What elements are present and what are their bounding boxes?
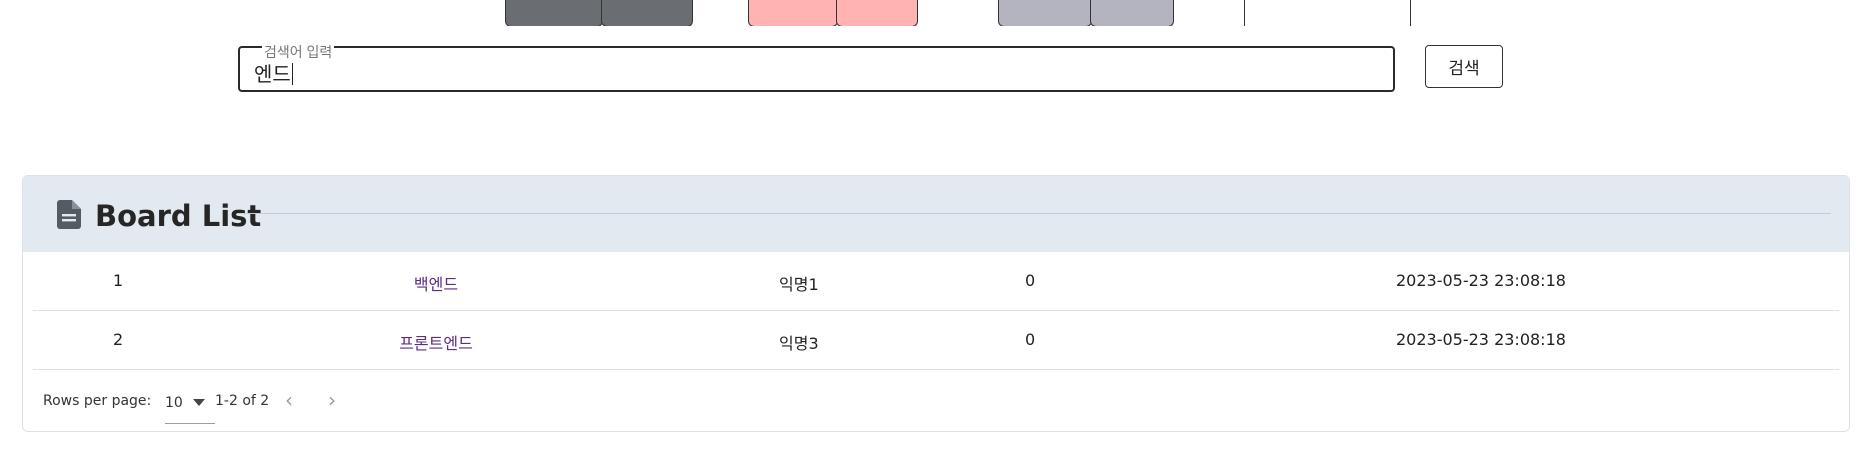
search-input[interactable]: 엔드 <box>238 46 1395 92</box>
row-date: 2023-05-23 23:08:18 <box>1396 330 1566 349</box>
banner-image <box>0 0 1876 26</box>
search-button[interactable]: 검색 <box>1425 45 1503 88</box>
text-caret <box>291 63 293 85</box>
rows-per-page-select[interactable]: 10 <box>165 393 215 424</box>
row-author: 익명1 <box>779 275 819 294</box>
search-input-label: 검색어 입력 <box>262 42 335 62</box>
banner-shape <box>1090 0 1174 26</box>
banner-line <box>1244 0 1245 26</box>
row-title-link[interactable]: 백엔드 <box>33 271 839 295</box>
dropdown-arrow-icon[interactable] <box>193 399 205 406</box>
rows-per-page-value[interactable]: 10 <box>165 395 183 411</box>
title-divider <box>238 213 1831 214</box>
table-row[interactable]: 1 백엔드 익명1 0 2023-05-23 23:08:18 <box>33 252 1839 311</box>
chevron-right-icon[interactable]: › <box>321 390 343 412</box>
page-title: Board List <box>95 199 262 233</box>
search-input-value[interactable]: 엔드 <box>254 58 293 87</box>
banner-line <box>1410 0 1411 26</box>
board-list-header: Board List <box>23 176 1849 252</box>
row-date: 2023-05-23 23:08:18 <box>1396 271 1566 290</box>
banner-shape <box>505 0 603 26</box>
row-views: 0 <box>1025 330 1036 349</box>
table-row[interactable]: 2 프론트엔드 익명3 0 2023-05-23 23:08:18 <box>33 311 1839 370</box>
row-views: 0 <box>1025 271 1036 290</box>
board-list-card: Board List 1 백엔드 익명1 0 2023-05-23 23:08:… <box>22 175 1850 432</box>
board-table: 1 백엔드 익명1 0 2023-05-23 23:08:18 2 프론트엔드 … <box>33 252 1839 370</box>
banner-shape <box>998 0 1092 26</box>
banner-shape <box>601 0 693 26</box>
rows-per-page-label: Rows per page: <box>43 393 152 409</box>
chevron-left-icon[interactable]: ‹ <box>278 390 300 412</box>
banner-shape <box>748 0 838 26</box>
row-title-link[interactable]: 프론트엔드 <box>33 330 839 354</box>
document-icon <box>57 200 81 229</box>
pagination-range: 1-2 of 2 <box>215 393 270 409</box>
row-author: 익명3 <box>779 334 819 353</box>
banner-shape <box>836 0 918 26</box>
